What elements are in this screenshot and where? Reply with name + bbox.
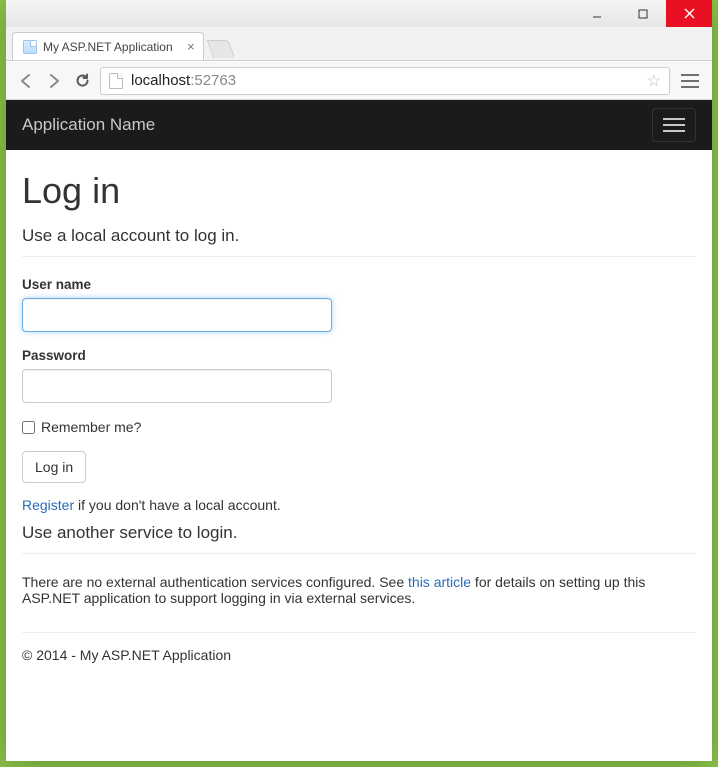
tab-title: My ASP.NET Application [43,40,173,54]
username-input[interactable] [22,298,332,332]
other-service-heading: Use another service to login. [22,523,696,543]
remember-me-checkbox[interactable] [22,421,35,434]
browser-window: My ASP.NET Application × localhost:52763… [6,0,712,761]
register-line: Register if you don't have a local accou… [22,497,696,513]
reload-button[interactable] [72,71,92,91]
username-group: User name [22,277,696,332]
page-favicon-icon [23,40,37,54]
password-input[interactable] [22,369,332,403]
register-rest: if you don't have a local account. [74,497,281,513]
tab-close-icon[interactable]: × [187,39,195,54]
username-label: User name [22,277,696,292]
new-tab-button[interactable] [206,40,235,58]
window-minimize-button[interactable] [574,0,620,28]
external-services-text: There are no external authentication ser… [22,574,696,606]
app-brand[interactable]: Application Name [22,115,155,135]
back-button[interactable] [16,71,36,91]
footer-text: © 2014 - My ASP.NET Application [22,647,696,675]
nav-toggle-button[interactable] [652,108,696,142]
address-bar[interactable]: localhost:52763 ☆ [100,67,670,95]
app-navbar: Application Name [6,100,712,150]
external-pre: There are no external authentication ser… [22,574,408,590]
bookmark-star-icon[interactable]: ☆ [647,71,661,91]
url-host: localhost [131,72,190,89]
register-link[interactable]: Register [22,497,74,513]
divider [22,553,696,554]
url-port: :52763 [190,72,236,89]
footer-divider [22,632,696,633]
password-label: Password [22,348,696,363]
login-button[interactable]: Log in [22,451,86,483]
remember-me-label: Remember me? [41,419,141,435]
window-titlebar [6,0,712,28]
page-viewport: Application Name Log in Use a local acco… [6,100,712,761]
divider [22,256,696,257]
window-maximize-button[interactable] [620,0,666,28]
password-group: Password [22,348,696,403]
page-icon [109,73,123,89]
tab-strip: My ASP.NET Application × [6,27,712,61]
browser-menu-button[interactable] [678,71,702,91]
page-container: Log in Use a local account to log in. Us… [6,150,712,683]
remember-me-group: Remember me? [22,419,696,435]
page-heading: Log in [22,170,696,212]
forward-button[interactable] [44,71,64,91]
window-close-button[interactable] [666,0,712,28]
page-subheading: Use a local account to log in. [22,226,696,246]
browser-tab[interactable]: My ASP.NET Application × [12,32,204,60]
browser-toolbar: localhost:52763 ☆ [6,62,712,100]
external-article-link[interactable]: this article [408,574,471,590]
